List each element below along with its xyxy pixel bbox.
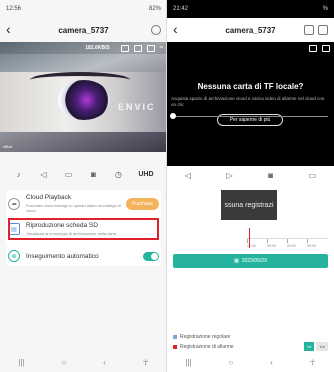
ruler-tick — [247, 239, 248, 243]
play-icon[interactable]: ▷ — [227, 171, 233, 180]
purchase-button[interactable]: Purchase — [125, 197, 159, 210]
ruler-tick — [307, 239, 308, 243]
video-toolbar: 182.6KB/S ≈ — [0, 42, 167, 54]
artwork-eye — [58, 80, 110, 120]
ruler-tick — [287, 239, 288, 243]
legend-regular: Registrazione regolare — [173, 334, 230, 340]
back-nav-icon[interactable]: ‹ — [270, 358, 273, 367]
quality-uhd-button[interactable]: UHD — [138, 169, 153, 179]
legend-regular-label: Registrazione regolare — [180, 334, 231, 340]
record-icon[interactable]: ▭ — [309, 171, 317, 180]
status-bar: 12:56 82% — [0, 0, 167, 18]
playback-controls: ◁ ▷ ◙ ▭ — [167, 168, 334, 182]
date-selector[interactable]: ▦ 2023/05/29 — [173, 254, 328, 268]
system-nav-bar: ||| ○ ‹ ☥ — [167, 352, 334, 372]
gallery-icon[interactable] — [304, 25, 314, 35]
control-row: ♪ ◁ ▭ ◙ ◷ UHD — [0, 164, 167, 184]
cloud-subtitle: Purchase cloud storage to upload alarm r… — [26, 203, 121, 213]
video-brand-text: ENVIC — [118, 102, 156, 112]
screen-layout-icon[interactable] — [120, 44, 129, 52]
home-icon[interactable]: ○ — [61, 358, 66, 367]
accessibility-icon[interactable]: ☥ — [310, 358, 316, 367]
no-card-description: Acquista spazio di archiviazione cloud e… — [171, 96, 325, 107]
settings-gear-icon[interactable] — [151, 25, 161, 35]
legend-alarm-label: Registrazione di allarme — [180, 344, 234, 350]
regular-swatch — [173, 335, 177, 339]
tracking-row: ⊕ Inseguimento automatico — [8, 250, 159, 262]
zoom-option-a[interactable]: Ist — [304, 342, 315, 351]
bitrate-badge: 182.6KB/S — [85, 45, 110, 51]
recent-apps-icon[interactable]: ||| — [18, 358, 24, 367]
microphone-icon[interactable]: ♪ — [13, 169, 23, 179]
tracking-toggle[interactable] — [143, 251, 159, 261]
camera-snapshot-icon[interactable]: ◙ — [88, 169, 98, 179]
status-bar: 21:42 % — [167, 0, 334, 18]
ruler-tick — [267, 239, 268, 243]
accessibility-icon[interactable]: ☥ — [143, 358, 149, 367]
app-header: ‹ camera_5737 — [0, 18, 167, 42]
screen-layout-icon[interactable] — [309, 45, 317, 52]
sd-highlight-box — [8, 218, 159, 240]
alarm-swatch — [173, 345, 177, 349]
video-toolbar — [309, 45, 330, 52]
playback-video[interactable]: Nessuna carta di TF locale? Acquista spa… — [167, 42, 334, 166]
left-screen: 12:56 82% ‹ camera_5737 ENVIC 182.6KB/S … — [0, 0, 167, 372]
ruler-label: 00:00 — [307, 244, 316, 248]
no-card-title: Nessuna carta di TF locale? — [197, 82, 304, 91]
selected-date: 2023/05/29 — [241, 258, 267, 264]
ruler-label: 00:00 — [247, 244, 256, 248]
calendar-icon: ▦ — [234, 258, 239, 264]
playback-progress-handle[interactable] — [170, 113, 176, 119]
video-watermark: office — [3, 144, 13, 149]
page-title: camera_5737 — [58, 26, 109, 35]
fullscreen-icon[interactable] — [322, 45, 330, 52]
legend-alarm: Registrazione di allarme — [173, 344, 234, 350]
tracking-card: ⊕ Inseguimento automatico — [6, 246, 161, 266]
timer-icon[interactable]: ◷ — [113, 169, 123, 179]
ruler-label: 00:00 — [287, 244, 296, 248]
tracking-title: Inseguimento automatico — [26, 252, 99, 260]
speaker-icon[interactable]: ◁ — [185, 171, 191, 180]
right-screen: 21:42 % ‹ camera_5737 Nessuna carta di T… — [167, 0, 334, 372]
cloud-icon: ☁ — [8, 197, 20, 210]
speaker-icon[interactable]: ◁ — [38, 169, 48, 179]
live-video[interactable]: ENVIC 182.6KB/S ≈ office — [0, 42, 167, 152]
crosshair-icon: ⊕ — [8, 250, 20, 262]
zoom-option-b[interactable]: 1m — [316, 342, 328, 351]
ruler-label: 00:00 — [267, 244, 276, 248]
playback-progress-track[interactable] — [173, 116, 328, 117]
status-battery: % — [322, 6, 328, 12]
status-time: 12:56 — [6, 6, 22, 12]
cloud-playback-row[interactable]: ☁ Cloud Playback Purchase cloud storage … — [8, 194, 159, 213]
back-nav-icon[interactable]: ‹ — [103, 358, 106, 367]
calendar-icon[interactable] — [318, 25, 328, 35]
status-battery: 82% — [148, 6, 161, 12]
status-time: 21:42 — [173, 6, 189, 12]
fullscreen-icon[interactable] — [146, 44, 155, 52]
recent-apps-icon[interactable]: ||| — [185, 358, 191, 367]
cloud-title: Cloud Playback — [26, 194, 72, 201]
wifi-icon: ≈ — [159, 45, 163, 51]
grid-view-icon[interactable] — [133, 44, 142, 52]
system-nav-bar: ||| ○ ‹ ☥ — [0, 352, 167, 372]
timeline-placeholder: ssuna registrazi — [221, 190, 277, 220]
home-icon[interactable]: ○ — [228, 358, 233, 367]
app-header: ‹ camera_5737 — [167, 18, 334, 42]
record-icon[interactable]: ▭ — [63, 169, 73, 179]
camera-snapshot-icon[interactable]: ◙ — [268, 171, 273, 180]
zoom-toggle: Ist 1m — [304, 342, 328, 351]
